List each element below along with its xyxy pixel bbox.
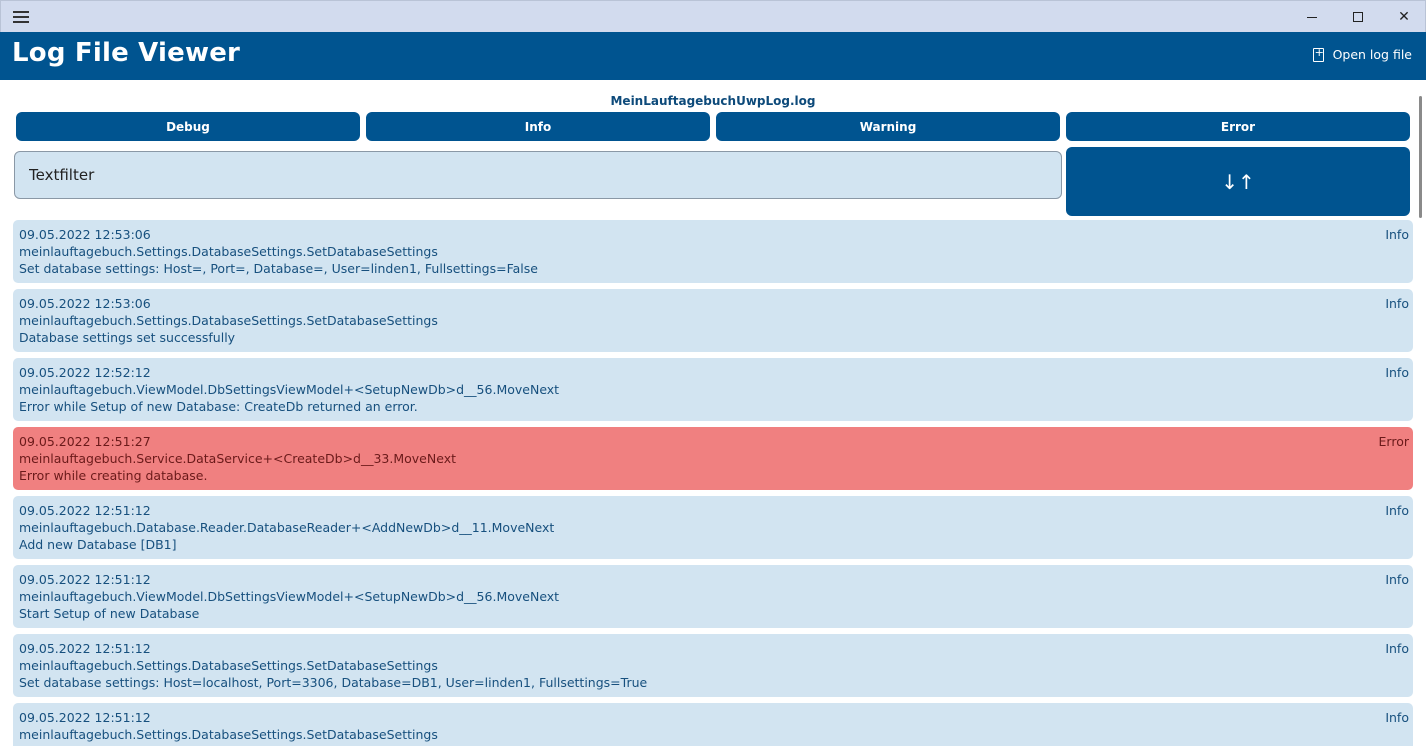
log-source: meinlauftagebuch.Settings.DatabaseSettin… [19, 658, 438, 673]
log-timestamp: 09.05.2022 12:52:12 [19, 365, 151, 380]
log-message: Set database settings: Host=localhost, P… [19, 675, 648, 690]
log-timestamp: 09.05.2022 12:51:12 [19, 503, 151, 518]
log-level: Error [1378, 434, 1409, 449]
maximize-icon [1353, 12, 1363, 22]
log-entry[interactable]: 09.05.2022 12:51:12 meinlauftagebuch.Data… [13, 496, 1413, 559]
scrollbar[interactable] [1419, 96, 1422, 218]
log-source: meinlauftagebuch.Service.DataService+<Cr… [19, 451, 456, 466]
log-source: meinlauftagebuch.Settings.DatabaseSettin… [19, 727, 438, 742]
log-message: Set database settings: Host=, Port=, Dat… [19, 261, 538, 276]
log-file-name: MeinLauftagebuchUwpLog.log [610, 94, 816, 108]
close-button[interactable]: ✕ [1381, 1, 1426, 33]
app-title: Log File Viewer [12, 38, 241, 68]
log-message: Add new Database [DB1] [19, 537, 177, 552]
title-bar: ✕ [0, 0, 1426, 32]
log-timestamp: 09.05.2022 12:53:06 [19, 227, 151, 242]
minimize-button[interactable] [1289, 1, 1335, 33]
filter-info-button[interactable]: Info [366, 112, 710, 141]
log-source: meinlauftagebuch.Database.Reader.Databas… [19, 520, 555, 535]
log-entry[interactable]: 09.05.2022 12:51:12 meinlauftagebuch.Sett… [13, 634, 1413, 697]
log-entry[interactable]: 09.05.2022 12:53:06 meinlauftagebuch.Sett… [13, 220, 1413, 283]
log-message: Error while creating database. [19, 468, 208, 483]
open-file-icon [1312, 46, 1324, 62]
hamburger-menu-icon[interactable] [13, 11, 29, 23]
log-level: Info [1385, 296, 1409, 311]
log-timestamp: 09.05.2022 12:51:12 [19, 572, 151, 587]
open-log-file-label: Open log file [1332, 47, 1412, 62]
log-entry[interactable]: 09.05.2022 12:53:06 meinlauftagebuch.Sett… [13, 289, 1413, 352]
close-icon: ✕ [1398, 9, 1410, 25]
log-message: Start Setup of new Database [19, 606, 200, 621]
log-source: meinlauftagebuch.Settings.DatabaseSettin… [19, 313, 438, 328]
log-timestamp: 09.05.2022 12:53:06 [19, 296, 151, 311]
log-entry[interactable]: 09.05.2022 12:52:12 meinlauftagebuch.View… [13, 358, 1413, 421]
log-entry[interactable]: 09.05.2022 12:51:12 meinlauftagebuch.Sett… [13, 703, 1413, 746]
open-log-file-button[interactable]: Open log file [1312, 46, 1412, 62]
log-list: 09.05.2022 12:53:06 meinlauftagebuch.Sett… [13, 220, 1413, 746]
log-source: meinlauftagebuch.ViewModel.DbSettingsVie… [19, 382, 560, 397]
log-entry[interactable]: 09.05.2022 12:51:12 meinlauftagebuch.View… [13, 565, 1413, 628]
log-level: Info [1385, 572, 1409, 587]
sort-icon: ↓↑ [1221, 169, 1255, 194]
text-filter-input[interactable] [14, 151, 1062, 199]
log-level: Info [1385, 641, 1409, 656]
app-header: Log File Viewer Open log file [0, 32, 1426, 80]
filter-warning-button[interactable]: Warning [716, 112, 1060, 141]
log-level: Info [1385, 710, 1409, 725]
log-message: Error while Setup of new Database: Creat… [19, 399, 418, 414]
log-entry[interactable]: 09.05.2022 12:51:27 meinlauftagebuch.Serv… [13, 427, 1413, 490]
log-timestamp: 09.05.2022 12:51:12 [19, 641, 151, 656]
log-source: meinlauftagebuch.Settings.DatabaseSettin… [19, 244, 438, 259]
minimize-icon [1307, 16, 1317, 18]
log-source: meinlauftagebuch.ViewModel.DbSettingsVie… [19, 589, 560, 604]
maximize-button[interactable] [1335, 1, 1381, 33]
log-timestamp: 09.05.2022 12:51:12 [19, 710, 151, 725]
log-level: Info [1385, 227, 1409, 242]
log-level: Info [1385, 503, 1409, 518]
sort-button[interactable]: ↓↑ [1066, 147, 1410, 216]
log-level: Info [1385, 365, 1409, 380]
filter-debug-button[interactable]: Debug [16, 112, 360, 141]
log-timestamp: 09.05.2022 12:51:27 [19, 434, 151, 449]
log-message: Database settings set successfully [19, 330, 236, 345]
filter-error-button[interactable]: Error [1066, 112, 1410, 141]
